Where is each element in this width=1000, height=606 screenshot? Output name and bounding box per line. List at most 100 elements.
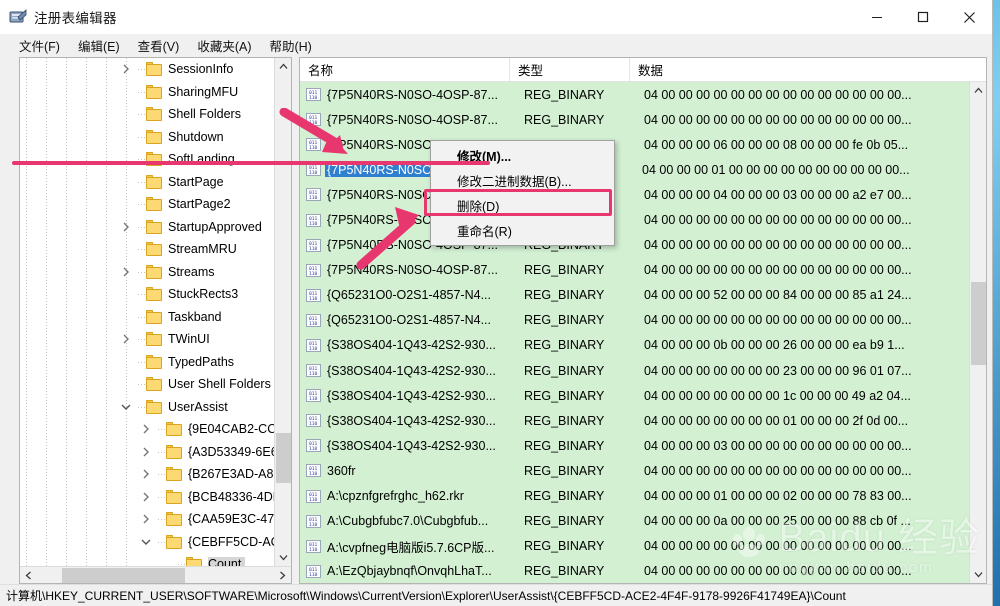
menu-file[interactable]: 文件(F)	[10, 35, 69, 57]
value-row[interactable]: 011 110 {S38OS404-1Q43-42S2-930... REG_BINA…	[300, 408, 969, 433]
tree-scroll-right-button[interactable]	[274, 567, 291, 584]
tree-item-sessioninfo[interactable]: SessionInfo	[20, 58, 274, 81]
tree-item-9e04cab2-cc14[interactable]: {9E04CAB2-CC14-	[20, 418, 274, 441]
chevron-right-icon[interactable]	[138, 418, 154, 440]
value-row[interactable]: 011110{7P5N40RS-N0SO-4OSP-87...REG_BINAR…	[300, 157, 969, 182]
folder-icon	[146, 332, 163, 347]
tree-scroll-up-button[interactable]	[275, 58, 291, 75]
value-data: 04 00 00 00 00 00 00 00 00 00 00 00 00 0…	[644, 263, 912, 278]
column-header-type[interactable]: 类型	[510, 58, 630, 81]
chevron-right-icon[interactable]	[138, 508, 154, 530]
value-context-menu[interactable]: 修改(M)... 修改二进制数据(B)... 删除(D) 重命名(R)	[430, 140, 615, 246]
tree-item-count[interactable]: Count	[20, 553, 274, 566]
tree-item-user-shell-folders[interactable]: User Shell Folders	[20, 373, 274, 396]
value-row[interactable]: 011110{7P5N40RS-N0SO-4OSP-87...REG_BINAR…	[300, 107, 969, 132]
tree-item-streams[interactable]: Streams	[20, 261, 274, 284]
tree-scroll-left-button[interactable]	[20, 567, 37, 584]
value-row[interactable]: 011 110 {S38OS404-1Q43-42S2-930... REG_BINA…	[300, 383, 969, 408]
tree-item-bcb48336-4ddd[interactable]: {BCB48336-4DDD	[20, 486, 274, 509]
tree-elbow	[154, 486, 166, 508]
column-header-data[interactable]: 数据	[630, 58, 986, 81]
folder-icon	[146, 84, 163, 99]
menu-help[interactable]: 帮助(H)	[260, 35, 320, 57]
binary-value-icon: 011 110	[306, 464, 321, 478]
binary-value-icon: 011 110	[306, 313, 321, 327]
tree-scroll-down-button[interactable]	[275, 549, 291, 566]
value-row[interactable]: 011110{7P5N40RS-N0SO-4OSP-87...REG_BINAR…	[300, 132, 969, 157]
value-row[interactable]: 011 110 360fr REG_BINARY 04 00 00 00 00 00 0…	[300, 458, 969, 483]
value-row[interactable]: 011 110 A:\cvpfneg电脑版i5.7.6CP版... REG_BINAR…	[300, 534, 969, 559]
value-row[interactable]: 011 110 A:\EzQbjaybnqf\OnvqhLhaT... REG_BIN…	[300, 559, 969, 583]
menu-edit[interactable]: 编辑(E)	[69, 35, 129, 57]
chevron-down-icon[interactable]	[138, 531, 154, 553]
tree-elbow	[134, 396, 146, 418]
menu-view[interactable]: 查看(V)	[129, 35, 189, 57]
value-type: REG_BINARY	[524, 539, 605, 554]
tree-item-startpage2[interactable]: StartPage2	[20, 193, 274, 216]
chevron-right-icon[interactable]	[118, 328, 134, 350]
tree-item-a3d53349-6e61[interactable]: {A3D53349-6E61-	[20, 441, 274, 464]
chevron-right-icon[interactable]	[138, 486, 154, 508]
value-type: REG_BINARY	[524, 363, 605, 378]
tree-item-sharingmfu[interactable]: SharingMFU	[20, 81, 274, 104]
svg-text:110: 110	[309, 471, 318, 477]
tree-hscrollbar-thumb[interactable]	[62, 568, 185, 583]
value-row[interactable]: 011110{7P5N40RS-N0SO-4OSP-87...REG_BINAR…	[300, 233, 969, 258]
registry-values-list[interactable]: 011 110 {7P5N40RS-N0SO-4OSP-87... REG_BINAR…	[300, 82, 969, 583]
tree-item-twinui[interactable]: TWinUI	[20, 328, 274, 351]
window-controls	[854, 0, 992, 34]
menu-favorites[interactable]: 收藏夹(A)	[188, 35, 260, 57]
tree-scrollbar-thumb[interactable]	[276, 433, 291, 483]
value-row[interactable]: 011 110 {Q65231O0-O2S1-4857-N4... REG_BINAR…	[300, 308, 969, 333]
registry-tree[interactable]: SessionInfo SharingMFU Shell Folders Shutdo…	[20, 58, 274, 566]
chevron-right-icon[interactable]	[138, 441, 154, 463]
chevron-right-icon[interactable]	[118, 261, 134, 283]
tree-item-cebff5cd-ace2[interactable]: {CEBFF5CD-ACE2-	[20, 531, 274, 554]
value-row[interactable]: 011110{7P5N40RS-N0SO-4OSP-87...REG_BINAR…	[300, 207, 969, 232]
list-scroll-down-button[interactable]	[970, 566, 986, 583]
context-menu-item-rename[interactable]: 重命名(R)	[431, 218, 614, 243]
value-row[interactable]: 011 110 A:\cpznfgrefrghc_h62.rkr REG_BINARY…	[300, 484, 969, 509]
tree-vertical-scrollbar[interactable]	[274, 58, 291, 566]
tree-item-typedpaths[interactable]: TypedPaths	[20, 351, 274, 374]
tree-item-caa59e3c-4792[interactable]: {CAA59E3C-4792-	[20, 508, 274, 531]
tree-item-b267e3ad-a825[interactable]: {B267E3AD-A825-	[20, 463, 274, 486]
tree-item-startpage[interactable]: StartPage	[20, 171, 274, 194]
column-header-name[interactable]: 名称	[300, 58, 510, 81]
context-menu-item-modify-binary[interactable]: 修改二进制数据(B)...	[431, 168, 614, 193]
tree-item-softlanding[interactable]: SoftLanding	[20, 148, 274, 171]
value-row[interactable]: 011110{7P5N40RS-N0SO-4OSP-87...REG_BINAR…	[300, 182, 969, 207]
maximize-button[interactable]	[900, 0, 946, 34]
list-scrollbar-thumb[interactable]	[971, 282, 986, 365]
tree-item-shell-folders[interactable]: Shell Folders	[20, 103, 274, 126]
tree-item-streammru[interactable]: StreamMRU	[20, 238, 274, 261]
list-scroll-up-button[interactable]	[970, 82, 986, 99]
context-menu-item-modify[interactable]: 修改(M)...	[431, 143, 614, 168]
value-row[interactable]: 011 110 A:\Cubgbfubc7.0\Cubgbfub... REG_BIN…	[300, 509, 969, 534]
tree-item-shutdown[interactable]: Shutdown	[20, 126, 274, 149]
value-row[interactable]: 011 110 {S38OS404-1Q43-42S2-930... REG_BINA…	[300, 433, 969, 458]
chevron-down-icon[interactable]	[118, 396, 134, 418]
value-name: A:\cvpfneg电脑版i5.7.6CP版...	[327, 540, 495, 555]
tree-item-stuckrects3[interactable]: StuckRects3	[20, 283, 274, 306]
context-menu-item-delete[interactable]: 删除(D)	[431, 193, 614, 218]
tree-item-taskband[interactable]: Taskband	[20, 306, 274, 329]
chevron-right-icon[interactable]	[118, 58, 134, 80]
chevron-right-icon[interactable]	[138, 463, 154, 485]
binary-value-icon: 011 110	[306, 489, 321, 503]
close-button[interactable]	[946, 0, 992, 34]
value-row[interactable]: 011110{7P5N40RS-N0SO-4OSP-87...REG_BINAR…	[300, 258, 969, 283]
tree-item-startupapproved[interactable]: StartupApproved	[20, 216, 274, 239]
minimize-button[interactable]	[854, 0, 900, 34]
value-row[interactable]: 011 110 {Q65231O0-O2S1-4857-N4... REG_BINAR…	[300, 283, 969, 308]
tree-elbow	[134, 171, 146, 193]
value-row[interactable]: 011 110 {S38OS404-1Q43-42S2-930... REG_BINA…	[300, 333, 969, 358]
tree-horizontal-scrollbar[interactable]	[20, 566, 291, 583]
value-type: REG_BINARY	[524, 514, 605, 529]
tree-item-userassist[interactable]: UserAssist	[20, 396, 274, 419]
list-vertical-scrollbar[interactable]	[969, 82, 986, 583]
chevron-right-icon[interactable]	[118, 216, 134, 238]
value-row[interactable]: 011 110 {S38OS404-1Q43-42S2-930... REG_BINA…	[300, 358, 969, 383]
value-row[interactable]: 011110{7P5N40RS-N0SO-4OSP-87...REG_BINAR…	[300, 82, 969, 107]
